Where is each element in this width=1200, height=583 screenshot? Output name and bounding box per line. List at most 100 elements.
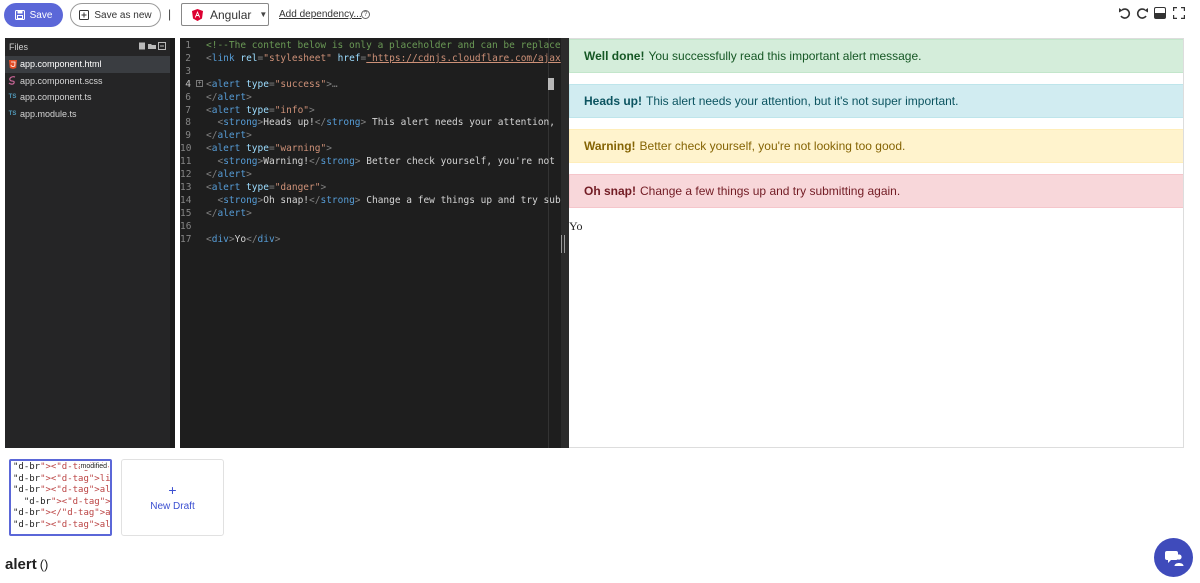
page-title: alert() [5,556,48,573]
draft-code-line: "d-br"></"d-tag">alert> [13,508,111,519]
page-title-suffix: () [39,557,49,572]
alert-success: Well done! You successfully read this im… [569,39,1183,73]
toolbar: Save Save as new | Angular ▼ Add depende… [0,0,1200,30]
toolbar-separator: | [168,7,172,21]
scss-icon [8,76,17,85]
code-line[interactable]: 14 <strong>Oh snap!</strong> Change a fe… [180,194,561,207]
layout-toggle-icon[interactable] [1153,6,1167,20]
code-line[interactable]: 10 <alert type="warning"> [180,142,561,155]
file-item-app-component-scss[interactable]: app.component.scss [5,73,170,90]
line-number: 4 [185,78,191,90]
line-number: 2 [185,52,191,64]
alert-info: Heads up! This alert needs your attentio… [569,84,1183,118]
new-file-icon[interactable] [138,42,146,50]
alert-text: This alert needs your attention, but it'… [646,94,959,108]
line-number: 10 [180,143,192,155]
code-text: <alert type="info"> [206,104,315,116]
code-line[interactable]: 2 <link rel="stylesheet" href="https://cd… [180,52,561,65]
draft-code-line: "d-br"><"d-tag">alert type="info" [13,520,111,530]
fullscreen-icon[interactable] [1172,6,1186,20]
file-item-label: app.component.html [20,59,102,70]
code-text: <div>Yo</div> [206,233,281,245]
plus-square-icon [79,10,90,20]
code-line[interactable]: 16 [180,220,561,233]
file-item-app-component-html[interactable]: app.component.html [5,56,170,73]
chat-person-icon [1164,550,1183,566]
save-as-new-label: Save as new [94,9,152,21]
draft-code-line: "d-br"><"d-tag">link rel="stylesh [13,473,111,484]
framework-label: Angular [210,7,252,22]
line-number: 11 [180,156,192,168]
file-item-label: app.component.ts [20,92,92,103]
line-number: 12 [180,169,192,180]
code-line[interactable]: 15 </alert> [180,207,561,220]
alert-text: Change a few things up and try submittin… [640,184,901,198]
line-number: 7 [185,104,191,116]
alert-warning: Warning! Better check yourself, you're n… [569,129,1183,163]
code-text: <alert type="success">… [206,78,338,90]
preview-pane: Well done! You successfully read this im… [569,38,1184,448]
alert-danger: Oh snap! Change a few things up and try … [569,174,1183,208]
chat-button[interactable] [1154,538,1193,577]
line-number: 14 [180,194,192,206]
code-text: </alert> [206,91,252,103]
add-dependency-link[interactable]: Add dependency... [279,9,362,20]
code-line[interactable]: 3 [180,65,561,78]
typescript-icon: TS [8,94,17,101]
file-item-label: app.module.ts [20,108,77,119]
html-icon [8,59,17,69]
fold-expand-icon[interactable]: + [196,79,203,87]
plus-icon: + [168,482,177,498]
save-button[interactable]: Save [4,3,63,27]
save-as-new-button[interactable]: Save as new [70,3,161,27]
line-number: 8 [185,117,191,129]
new-folder-icon[interactable] [148,42,156,50]
file-explorer: Files app.component.html app.component.s… [5,38,175,448]
draft-code-line: "d-br"><"d-tag">strong>Well don [23,496,111,507]
code-line[interactable]: 17 <div>Yo</div> [180,233,561,246]
alert-strong: Well done! [584,49,645,63]
code-text: <alert type="warning"> [206,143,332,155]
code-text: </alert> [206,130,252,142]
file-item-label: app.component.scss [20,75,103,86]
code-text: <alert type="danger"> [206,181,327,193]
alert-strong: Heads up! [584,94,643,108]
code-line[interactable]: 7 <alert type="info"> [180,104,561,117]
framework-select[interactable]: Angular ▼ [181,3,269,26]
code-line[interactable]: 9 </alert> [180,129,561,142]
help-icon[interactable]: ? [361,10,370,19]
new-draft-button[interactable]: + New Draft [121,459,224,536]
file-explorer-header: Files [5,38,170,56]
line-number: 16 [180,220,192,232]
file-item-app-module-ts[interactable]: TS app.module.ts [5,106,170,123]
line-number: 6 [185,91,191,103]
save-icon [14,10,25,20]
code-line[interactable]: 6 </alert> [180,91,561,104]
draft-card-modified[interactable]: "d-br"><"d-tag">!--The con"d-br"><"d-tag… [9,459,112,536]
code-line[interactable]: 4 + <alert type="success">… [180,78,561,91]
code-line[interactable]: 1 <!--The content below is only a placeho… [180,39,561,52]
redo-icon[interactable] [1135,6,1149,20]
code-line[interactable]: 12 </alert> [180,168,561,181]
angular-icon [192,8,203,21]
code-text: <link rel="stylesheet" href="https://cdn… [206,52,561,64]
draft-code-line: "d-br"><"d-tag">alert type="succe [13,485,111,496]
line-number: 1 [185,40,191,51]
chevron-down-icon: ▼ [259,10,268,19]
alert-text: You successfully read this important ale… [648,49,922,63]
undo-icon[interactable] [1117,6,1131,20]
code-line[interactable]: 8 <strong>Heads up!</strong> This alert … [180,116,561,129]
file-item-app-component-ts[interactable]: TS app.component.ts [5,89,170,106]
line-number: 9 [185,130,191,142]
code-text: <strong>Heads up!</strong> This alert ne… [217,117,555,129]
new-draft-label: New Draft [150,501,195,512]
code-editor[interactable]: 1 <!--The content below is only a placeho… [180,38,561,448]
code-line[interactable]: 11 <strong>Warning!</strong> Better chec… [180,155,561,168]
files-title: Files [9,42,29,52]
code-line[interactable]: 13 <alert type="danger"> [180,181,561,194]
line-number: 13 [180,181,192,193]
page-title-text: alert [5,556,37,573]
drag-handle-icon[interactable] [561,235,565,253]
collapse-all-icon[interactable] [158,42,166,50]
alert-strong: Oh snap! [584,184,637,198]
